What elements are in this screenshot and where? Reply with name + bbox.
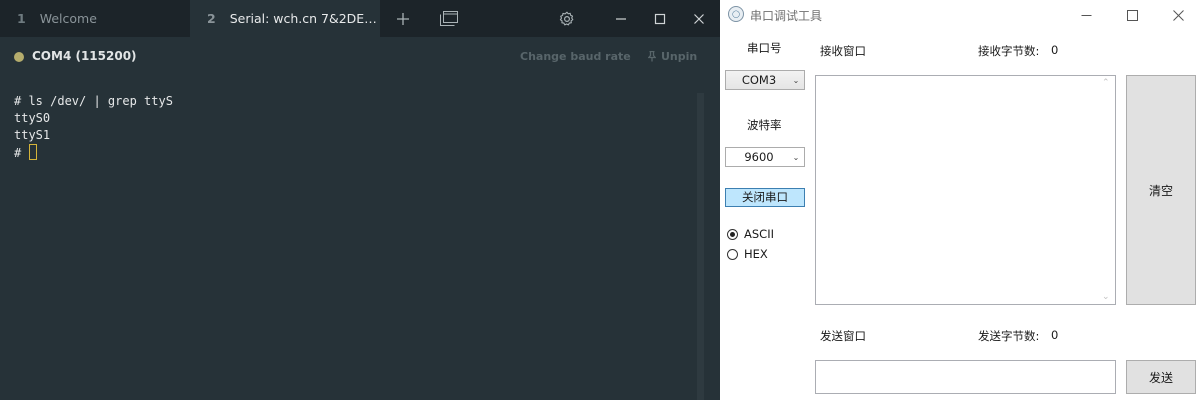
port-select[interactable]: COM3 ⌄ xyxy=(725,70,805,90)
plus-icon[interactable] xyxy=(385,0,421,37)
tab-title: Welcome xyxy=(39,11,97,26)
tab-title: Serial: wch.cn 7&2DE… xyxy=(229,11,377,26)
unpin-label: Unpin xyxy=(661,50,698,63)
close-icon[interactable] xyxy=(1158,0,1198,30)
chevron-down-icon: ⌄ xyxy=(792,152,800,162)
scroll-up-icon[interactable]: ⌃ xyxy=(1102,78,1110,88)
terminal-prompt-line: # xyxy=(14,144,694,161)
terminal-line: ttyS1 xyxy=(14,128,51,142)
tab-number: 2 xyxy=(207,11,216,26)
terminal-cursor xyxy=(29,144,38,160)
pin-icon xyxy=(648,51,656,62)
radio-circle xyxy=(727,248,738,260)
change-baud-rate-button[interactable]: Change baud rate xyxy=(520,50,631,63)
terminal-line: # ls /dev/ | grep ttyS xyxy=(14,94,173,108)
unpin-button[interactable]: Unpin xyxy=(648,50,697,63)
receive-window-label: 接收窗口 xyxy=(820,44,866,58)
clear-button[interactable]: 清空 xyxy=(1126,75,1196,305)
radio-label: ASCII xyxy=(744,227,774,241)
prompt-text: # xyxy=(14,146,29,160)
connection-label: COM4 (115200) xyxy=(32,49,137,63)
chevron-down-icon: ⌄ xyxy=(792,75,800,85)
terminal-app: 1 Welcome 2 Serial: wch.cn 7&2DE… COM4 (… xyxy=(0,0,720,400)
window-title: 串口调试工具 xyxy=(750,9,823,23)
terminal-scrollbar[interactable] xyxy=(697,93,704,400)
tab-bar: 1 Welcome 2 Serial: wch.cn 7&2DE… xyxy=(0,0,720,37)
minimize-icon[interactable] xyxy=(603,0,639,37)
receive-scrollbar[interactable]: ⌃ ⌄ xyxy=(1098,76,1115,304)
receive-bytes-label: 接收字节数: xyxy=(978,44,1040,58)
scroll-down-icon[interactable]: ⌄ xyxy=(1102,292,1110,302)
maximize-icon[interactable] xyxy=(1112,0,1152,30)
connection-status-dot xyxy=(14,52,24,62)
radio-ascii[interactable]: ASCII xyxy=(727,227,774,241)
send-window-label: 发送窗口 xyxy=(820,329,866,343)
minimize-icon[interactable] xyxy=(1066,0,1106,30)
terminal-line: ttyS0 xyxy=(14,111,51,125)
port-label: 串口号 xyxy=(747,41,782,55)
radio-hex[interactable]: HEX xyxy=(727,247,768,261)
terminal-output[interactable]: # ls /dev/ | grep ttyS ttyS0 ttyS1 # xyxy=(14,93,694,393)
baud-rate-value: 9600 xyxy=(744,150,774,164)
receive-bytes-count: 0 xyxy=(1051,43,1059,57)
send-textarea[interactable] xyxy=(815,360,1116,394)
send-bytes-label: 发送字节数: xyxy=(978,329,1040,343)
window-title-bar: ◯ 串口调试工具 xyxy=(720,0,1200,30)
baud-rate-select[interactable]: 9600 ⌄ xyxy=(725,147,805,167)
radio-label: HEX xyxy=(744,247,768,261)
split-window-icon[interactable] xyxy=(431,0,467,37)
port-value: COM3 xyxy=(741,73,777,87)
close-icon[interactable] xyxy=(681,0,717,37)
receive-textarea[interactable]: ⌃ ⌄ xyxy=(815,75,1116,305)
tab-number: 1 xyxy=(17,11,26,26)
tab-serial[interactable]: 2 Serial: wch.cn 7&2DE… xyxy=(190,0,380,37)
tab-welcome[interactable]: 1 Welcome xyxy=(0,0,190,37)
connection-status-bar: COM4 (115200) Change baud rate Unpin xyxy=(0,37,720,77)
send-bytes-count: 0 xyxy=(1051,328,1059,342)
close-port-button[interactable]: 关闭串口 xyxy=(725,188,805,207)
maximize-icon[interactable] xyxy=(642,0,678,37)
serial-tool-window: ◯ 串口调试工具 串口号 COM3 ⌄ 波特率 9600 ⌄ 关闭串口 ASCI… xyxy=(720,0,1200,400)
radio-circle xyxy=(727,228,738,240)
baud-rate-label: 波特率 xyxy=(747,118,782,132)
send-button[interactable]: 发送 xyxy=(1126,360,1196,394)
gear-icon[interactable] xyxy=(549,0,585,37)
app-icon: ◯ xyxy=(728,6,744,22)
